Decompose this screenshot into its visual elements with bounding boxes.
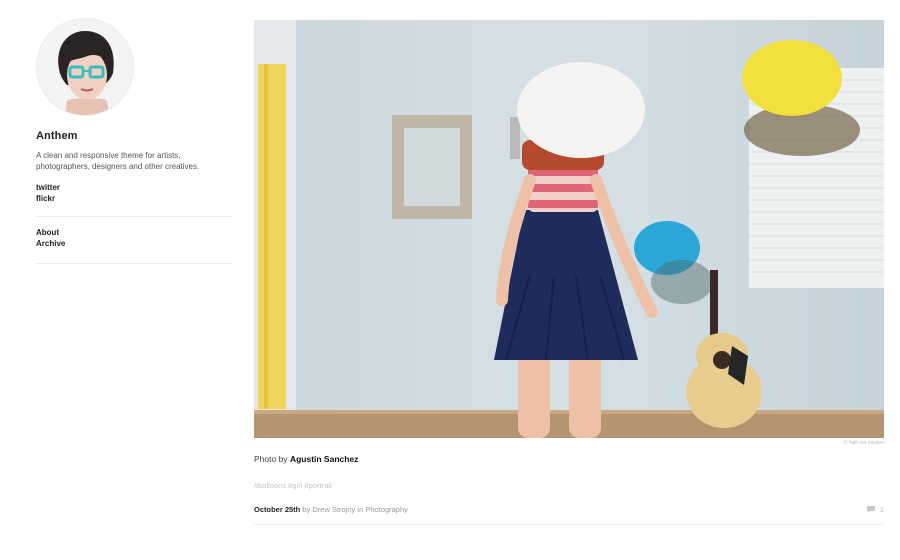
post-author[interactable]: Drew Strojny [312,505,355,514]
avatar-image [37,19,133,115]
post-meta: October 25th by Drew Strojny in Photogra… [254,505,884,514]
sidebar-divider [36,216,232,217]
social-links: twitter flickr [36,182,232,204]
caption-prefix: Photo by [254,454,288,464]
flickr-link[interactable]: flickr [36,193,232,204]
sidebar: Anthem A clean and responsive theme for … [36,18,232,274]
post-category[interactable]: Photography [365,505,408,514]
nav-link-about[interactable]: About [36,227,232,238]
photo-illustration [254,20,884,438]
post-photo[interactable] [254,20,884,438]
comment-icon [866,506,875,513]
high-res-link[interactable]: © high res version [254,440,884,446]
tag-link[interactable]: #balloons [254,481,286,490]
photo-caption: Photo by Agustin Sanchez [254,454,884,464]
tag-link[interactable]: #portrait [304,481,332,490]
sidebar-nav: About Archive [36,227,232,249]
post-date[interactable]: October 25th [254,505,300,514]
post-divider [254,524,884,525]
byline-in: in [357,505,364,514]
comments-link[interactable]: 1 [866,505,884,514]
byline-by: by [302,505,311,514]
caption-author: Agustin Sanchez [289,454,359,464]
avatar[interactable] [36,18,134,116]
comment-count: 1 [879,505,884,514]
site-description: A clean and responsive theme for artists… [36,151,200,171]
sidebar-divider-bottom [36,263,232,264]
twitter-link[interactable]: twitter [36,182,232,193]
nav-link-archive[interactable]: Archive [36,238,232,249]
photo-post: © high res version Photo by Agustin Sanc… [254,20,884,525]
site-title[interactable]: Anthem [36,130,232,142]
post-byline: October 25th by Drew Strojny in Photogra… [254,505,408,514]
tag-link[interactable]: #girl [288,481,302,490]
post-tags: #balloons #girl #portrait [254,481,884,490]
